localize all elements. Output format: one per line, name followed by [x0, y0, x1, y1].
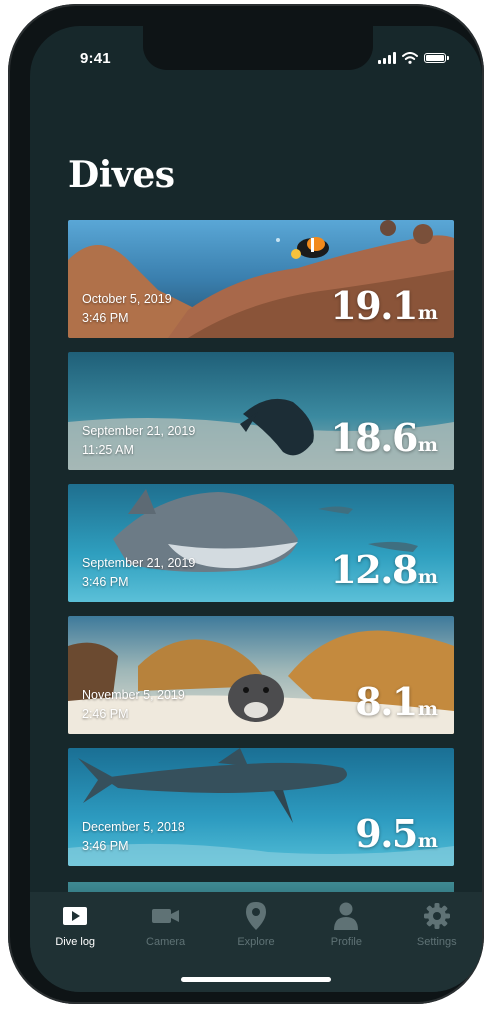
dive-date: September 21, 2019 — [82, 556, 196, 570]
wifi-icon — [402, 52, 418, 64]
tab-profile[interactable]: Profile — [301, 902, 391, 948]
phone-frame: 9:41 Dives October 5, 2019 3:46 PM 19.1m… — [8, 4, 484, 1004]
dive-depth: 8.1m — [355, 679, 438, 724]
dive-time: 3:46 PM — [82, 575, 129, 589]
dive-depth: 18.6m — [330, 415, 438, 460]
dive-depth: 19.1m — [330, 283, 438, 328]
home-indicator — [181, 977, 331, 982]
status-icons — [378, 52, 449, 64]
dive-depth: 12.8m — [330, 547, 438, 592]
dive-date: October 5, 2019 — [82, 292, 172, 306]
dive-date: September 21, 2019 — [82, 424, 196, 438]
tab-label: Explore — [237, 936, 275, 948]
battery-icon — [424, 53, 449, 63]
tab-label: Camera — [146, 936, 186, 948]
tab-list: Dive log Camera Explore Profile Settings — [30, 902, 482, 948]
video-camera-icon — [151, 902, 180, 930]
dive-time: 2:46 PM — [82, 707, 129, 721]
dive-card[interactable]: December 5, 2018 3:46 PM 9.5m — [68, 748, 454, 866]
play-icon — [61, 902, 89, 930]
dive-time: 3:46 PM — [82, 839, 129, 853]
tab-camera[interactable]: Camera — [120, 902, 210, 948]
status-time: 9:41 — [80, 50, 111, 67]
dive-date: December 5, 2018 — [82, 820, 185, 834]
notch — [143, 26, 373, 70]
dive-card[interactable]: October 5, 2019 3:46 PM 19.1m — [68, 220, 454, 338]
tab-label: Dive log — [55, 936, 96, 948]
person-icon — [332, 902, 360, 930]
gear-icon — [423, 902, 451, 930]
tab-settings[interactable]: Settings — [392, 902, 482, 948]
tab-dive-log[interactable]: Dive log — [30, 902, 120, 948]
tab-label: Settings — [416, 936, 457, 948]
map-pin-icon — [242, 902, 270, 930]
tab-label: Profile — [330, 936, 362, 948]
page-title: Dives — [68, 154, 175, 196]
dive-card[interactable]: September 21, 2019 11:25 AM 18.6m — [68, 352, 454, 470]
tab-explore[interactable]: Explore — [211, 902, 301, 948]
signal-icon — [378, 52, 396, 64]
dive-depth: 9.5m — [355, 811, 438, 856]
tab-bar: Dive log Camera Explore Profile Settings — [30, 892, 482, 992]
dive-time: 3:46 PM — [82, 311, 129, 325]
app-screen: 9:41 Dives October 5, 2019 3:46 PM 19.1m… — [30, 26, 482, 992]
dive-time: 11:25 AM — [82, 443, 134, 457]
dive-card[interactable]: September 21, 2019 3:46 PM 12.8m — [68, 484, 454, 602]
dive-card[interactable]: November 5, 2019 2:46 PM 8.1m — [68, 616, 454, 734]
dive-date: November 5, 2019 — [82, 688, 185, 702]
dive-list: October 5, 2019 3:46 PM 19.1m September … — [68, 220, 454, 880]
